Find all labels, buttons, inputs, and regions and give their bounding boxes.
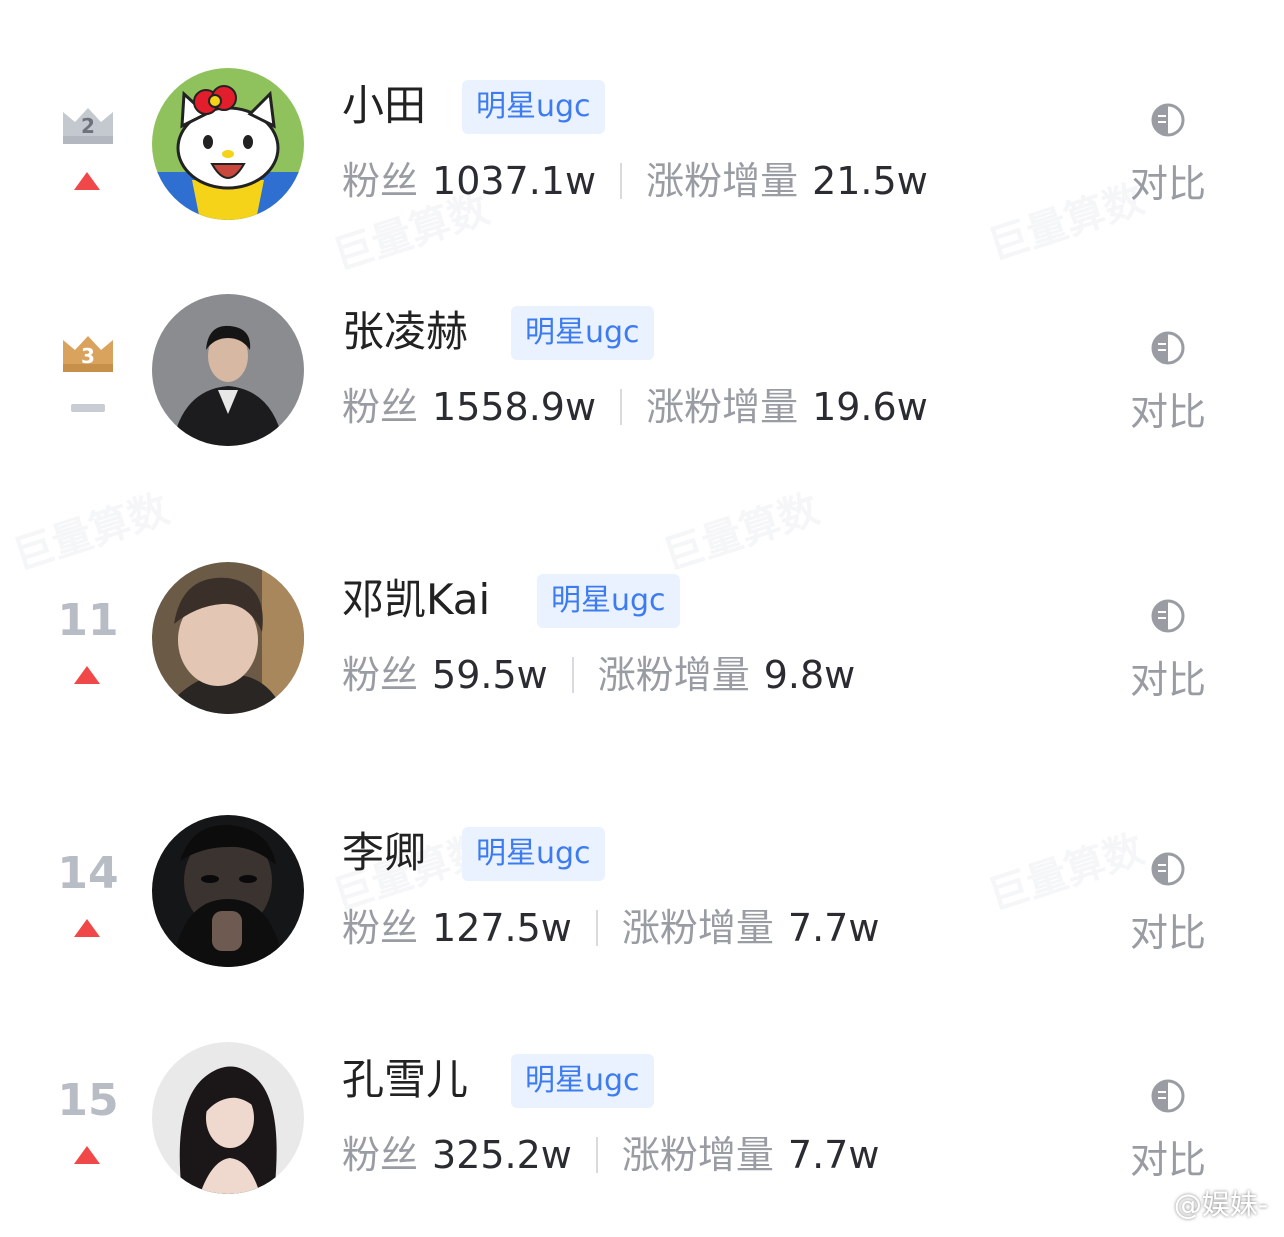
fans-value: 59.5w bbox=[432, 653, 548, 697]
compare-label: 对比 bbox=[1129, 390, 1206, 434]
trend-flat-icon bbox=[71, 404, 105, 412]
divider bbox=[571, 657, 574, 693]
fans-label: 粉丝 bbox=[342, 385, 419, 429]
trend-up-icon bbox=[74, 172, 100, 190]
compare-button[interactable]: 对比 bbox=[1120, 330, 1216, 434]
compare-button[interactable]: 对比 bbox=[1120, 102, 1216, 206]
gain-value: 7.7w bbox=[787, 906, 880, 950]
weibo-logo-icon bbox=[1124, 1190, 1166, 1220]
gain-value: 9.8w bbox=[763, 653, 856, 697]
fans-value: 1558.9w bbox=[432, 385, 597, 429]
fans-value: 1037.1w bbox=[432, 159, 597, 203]
stats-line: 粉丝 1037.1w 涨粉增量 21.5w bbox=[342, 158, 928, 204]
compare-icon bbox=[1151, 599, 1185, 633]
ranking-row[interactable]: 3 张凌赫 明星ugc 粉丝 1558.9w 涨粉增量 19.6w 对比 bbox=[0, 294, 1284, 454]
person-avatar bbox=[152, 815, 304, 967]
creator-name[interactable]: 孔雪儿 bbox=[342, 1054, 468, 1106]
rank-number: 2 bbox=[81, 114, 95, 138]
rank-column: 11 bbox=[40, 562, 136, 722]
trend-up-icon bbox=[74, 666, 100, 684]
creator-name[interactable]: 李卿 bbox=[342, 827, 426, 879]
compare-label: 对比 bbox=[1129, 1138, 1206, 1182]
creator-name[interactable]: 小田 bbox=[342, 80, 426, 132]
stats-line: 粉丝 325.2w 涨粉增量 7.7w bbox=[342, 1132, 879, 1178]
creator-name[interactable]: 张凌赫 bbox=[342, 306, 468, 358]
compare-button[interactable]: 对比 bbox=[1120, 598, 1216, 702]
rank-number: 15 bbox=[57, 1075, 119, 1126]
creator-name[interactable]: 邓凯Kai bbox=[342, 574, 490, 626]
compare-label: 对比 bbox=[1129, 162, 1206, 206]
stats-line: 粉丝 1558.9w 涨粉增量 19.6w bbox=[342, 384, 928, 430]
rank-column: 3 bbox=[40, 294, 136, 454]
divider bbox=[620, 163, 623, 199]
divider bbox=[620, 389, 623, 425]
trend-up-icon bbox=[74, 1146, 100, 1164]
person-avatar bbox=[152, 1042, 304, 1194]
rank-number: 3 bbox=[81, 344, 95, 368]
avatar[interactable] bbox=[152, 1042, 304, 1194]
ranking-row[interactable]: 15 孔雪儿 明星ugc 粉丝 325.2w 涨粉增量 7.7w 对比 bbox=[0, 1042, 1284, 1202]
category-tag: 明星ugc bbox=[462, 827, 605, 881]
category-tag: 明星ugc bbox=[511, 1054, 654, 1108]
ranking-row[interactable]: 11 邓凯Kai 明星ugc 粉丝 59.5w 涨粉增量 9.8w 对比 bbox=[0, 562, 1284, 722]
avatar[interactable] bbox=[152, 294, 304, 446]
hello-kitty-avatar bbox=[152, 68, 304, 220]
compare-icon bbox=[1151, 103, 1185, 137]
stats-line: 粉丝 59.5w 涨粉增量 9.8w bbox=[342, 652, 855, 698]
fans-value: 127.5w bbox=[432, 906, 572, 950]
ranking-row[interactable]: 2 小田 明星ugc 粉丝 1037.1w 涨粉增量 21.5w 对比 bbox=[0, 68, 1284, 228]
category-tag: 明星ugc bbox=[462, 80, 605, 134]
rank-column: 14 bbox=[40, 815, 136, 975]
gain-label: 涨粉增量 bbox=[646, 385, 799, 429]
ranking-row[interactable]: 14 李卿 明星ugc 粉丝 127.5w 涨粉增量 7.7w 对比 bbox=[0, 815, 1284, 975]
avatar[interactable] bbox=[152, 562, 304, 714]
fans-label: 粉丝 bbox=[342, 653, 419, 697]
gain-label: 涨粉增量 bbox=[621, 906, 774, 950]
gain-label: 涨粉增量 bbox=[646, 159, 799, 203]
category-tag: 明星ugc bbox=[511, 306, 654, 360]
divider bbox=[595, 910, 598, 946]
compare-icon bbox=[1151, 331, 1185, 365]
divider bbox=[595, 1137, 598, 1173]
rank-column: 15 bbox=[40, 1042, 136, 1202]
rank-number: 11 bbox=[57, 595, 119, 646]
fans-label: 粉丝 bbox=[342, 906, 419, 950]
compare-label: 对比 bbox=[1129, 658, 1206, 702]
compare-label: 对比 bbox=[1129, 911, 1206, 955]
gain-value: 19.6w bbox=[812, 385, 928, 429]
person-avatar bbox=[152, 562, 304, 714]
compare-icon bbox=[1151, 1079, 1185, 1113]
category-tag: 明星ugc bbox=[537, 574, 680, 628]
stats-line: 粉丝 127.5w 涨粉增量 7.7w bbox=[342, 905, 879, 951]
fans-label: 粉丝 bbox=[342, 1133, 419, 1177]
fans-value: 325.2w bbox=[432, 1133, 572, 1177]
avatar[interactable] bbox=[152, 68, 304, 220]
compare-button[interactable]: 对比 bbox=[1120, 1078, 1216, 1182]
gain-label: 涨粉增量 bbox=[621, 1133, 774, 1177]
gain-value: 21.5w bbox=[812, 159, 928, 203]
compare-button[interactable]: 对比 bbox=[1120, 851, 1216, 955]
avatar[interactable] bbox=[152, 815, 304, 967]
rank-number: 14 bbox=[57, 848, 119, 899]
gain-value: 7.7w bbox=[787, 1133, 880, 1177]
fans-label: 粉丝 bbox=[342, 159, 419, 203]
weibo-handle: @娱妹- bbox=[1173, 1188, 1268, 1221]
compare-icon bbox=[1151, 852, 1185, 886]
person-avatar bbox=[152, 294, 304, 446]
weibo-credit: @娱妹- bbox=[1124, 1183, 1268, 1223]
gain-label: 涨粉增量 bbox=[597, 653, 750, 697]
trend-up-icon bbox=[74, 919, 100, 937]
rank-column: 2 bbox=[40, 68, 136, 228]
